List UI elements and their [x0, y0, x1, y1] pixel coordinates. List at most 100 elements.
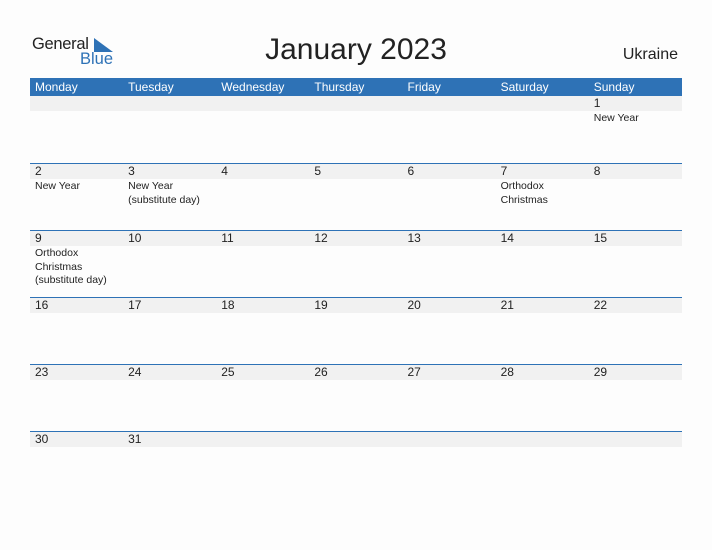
day-number: 13: [407, 231, 421, 245]
day-cell: [216, 96, 309, 126]
weekday-tuesday: Tuesday: [128, 80, 174, 94]
day-cell: 27: [403, 365, 496, 381]
day-cell: [309, 96, 402, 126]
day-cell: [496, 432, 589, 448]
weekday-sunday: Sunday: [593, 80, 635, 94]
calendar-title: January 2023: [265, 33, 447, 66]
day-cell: 19: [309, 298, 402, 314]
day-number: 25: [221, 365, 235, 379]
day-number: 7: [500, 164, 508, 178]
day-number: 24: [128, 365, 142, 379]
day-number: 8: [593, 164, 601, 178]
calendar-grid: Monday Tuesday Wednesday Thursday Friday…: [30, 78, 682, 498]
day-number: 18: [221, 298, 235, 312]
day-cell: 3 New Year (substitute day): [123, 164, 216, 207]
week-row: 30 31: [30, 431, 682, 498]
day-cell: 9 Orthodox Christmas (substitute day): [30, 231, 123, 288]
day-cell: 16: [30, 298, 123, 314]
day-number: 27: [407, 365, 421, 379]
day-number: [501, 432, 589, 447]
day-cell: 4: [216, 164, 309, 207]
day-number: 10: [128, 231, 142, 245]
week-row: 23 24 25 26 27 28 29: [30, 364, 682, 431]
week-row: 2 New Year 3 New Year (substitute day) 4 5 6 7 O…: [30, 163, 682, 230]
day-number: [221, 96, 309, 111]
day-cell: 21: [496, 298, 589, 314]
day-number: 15: [593, 231, 608, 245]
day-number: [408, 432, 496, 447]
country-label: Ukraine: [622, 46, 678, 63]
day-cell: [403, 96, 496, 126]
day-number: 19: [314, 298, 328, 312]
day-number: 1: [593, 96, 601, 110]
day-number: 26: [314, 365, 328, 379]
day-number: 4: [221, 164, 228, 178]
day-cell: 25: [216, 365, 309, 381]
day-number: [501, 96, 589, 111]
day-number: 6: [407, 164, 415, 178]
day-number: 5: [314, 164, 322, 178]
day-cell: 22: [589, 298, 682, 314]
day-number: 2: [35, 164, 42, 178]
day-cell: 26: [309, 365, 402, 381]
day-cell: 14: [496, 231, 589, 288]
holiday-label: Orthodox Christmas: [500, 180, 548, 206]
day-cell: 10: [123, 231, 216, 288]
weekday-friday: Friday: [407, 80, 441, 94]
day-number: [314, 96, 402, 111]
day-cell: 12: [309, 231, 402, 288]
holiday-label: New Year: [35, 180, 80, 192]
weekday-thursday: Thursday: [314, 80, 365, 94]
day-cell: [309, 432, 402, 448]
day-cell: 1 New Year: [589, 96, 682, 126]
day-number: 21: [500, 298, 514, 312]
day-cell: [123, 96, 216, 126]
day-cell: 23: [30, 365, 123, 381]
holiday-label: New Year (substitute day): [128, 180, 200, 206]
day-cell: 6: [403, 164, 496, 207]
day-number: 9: [35, 231, 42, 245]
day-number: [128, 96, 216, 111]
week-row: 1 New Year: [30, 96, 682, 163]
day-cell: 30: [30, 432, 123, 448]
day-number: [314, 432, 402, 447]
day-cell: [216, 432, 309, 448]
day-number: 12: [314, 231, 328, 245]
day-cell: [30, 96, 123, 126]
day-number: 31: [128, 432, 142, 446]
day-number: 28: [500, 365, 514, 379]
day-cell: 20: [403, 298, 496, 314]
day-number: 23: [35, 365, 49, 379]
weekday-monday: Monday: [35, 80, 78, 94]
day-cell: 24: [123, 365, 216, 381]
day-number: [408, 96, 496, 111]
day-number: 17: [128, 298, 142, 312]
day-number: 11: [221, 231, 234, 245]
day-cell: 2 New Year: [30, 164, 123, 207]
day-number: 3: [128, 164, 135, 178]
day-number: [594, 432, 682, 447]
day-number: 22: [593, 298, 608, 312]
day-cell: 5: [309, 164, 402, 207]
day-number: 30: [35, 432, 49, 446]
day-number: 20: [407, 298, 421, 312]
day-cell: 28: [496, 365, 589, 381]
day-cell: 13: [403, 231, 496, 288]
week-row: 16 17 18 19 20 21 22: [30, 297, 682, 364]
holiday-label: New Year: [593, 112, 639, 124]
day-cell: 17: [123, 298, 216, 314]
weekday-wednesday: Wednesday: [221, 80, 285, 94]
day-cell: [496, 96, 589, 126]
day-number: [221, 432, 309, 447]
week-row: 9 Orthodox Christmas (substitute day) 10 11…: [30, 230, 682, 297]
day-cell: 11: [216, 231, 309, 288]
weekday-saturday: Saturday: [500, 80, 549, 94]
day-cell: 29: [589, 365, 682, 381]
day-number: 16: [35, 298, 49, 312]
day-cell: 18: [216, 298, 309, 314]
day-number: 14: [500, 231, 514, 245]
day-cell: [403, 432, 496, 448]
day-number: [35, 96, 123, 111]
day-cell: [589, 432, 682, 448]
day-cell: 8: [589, 164, 682, 207]
